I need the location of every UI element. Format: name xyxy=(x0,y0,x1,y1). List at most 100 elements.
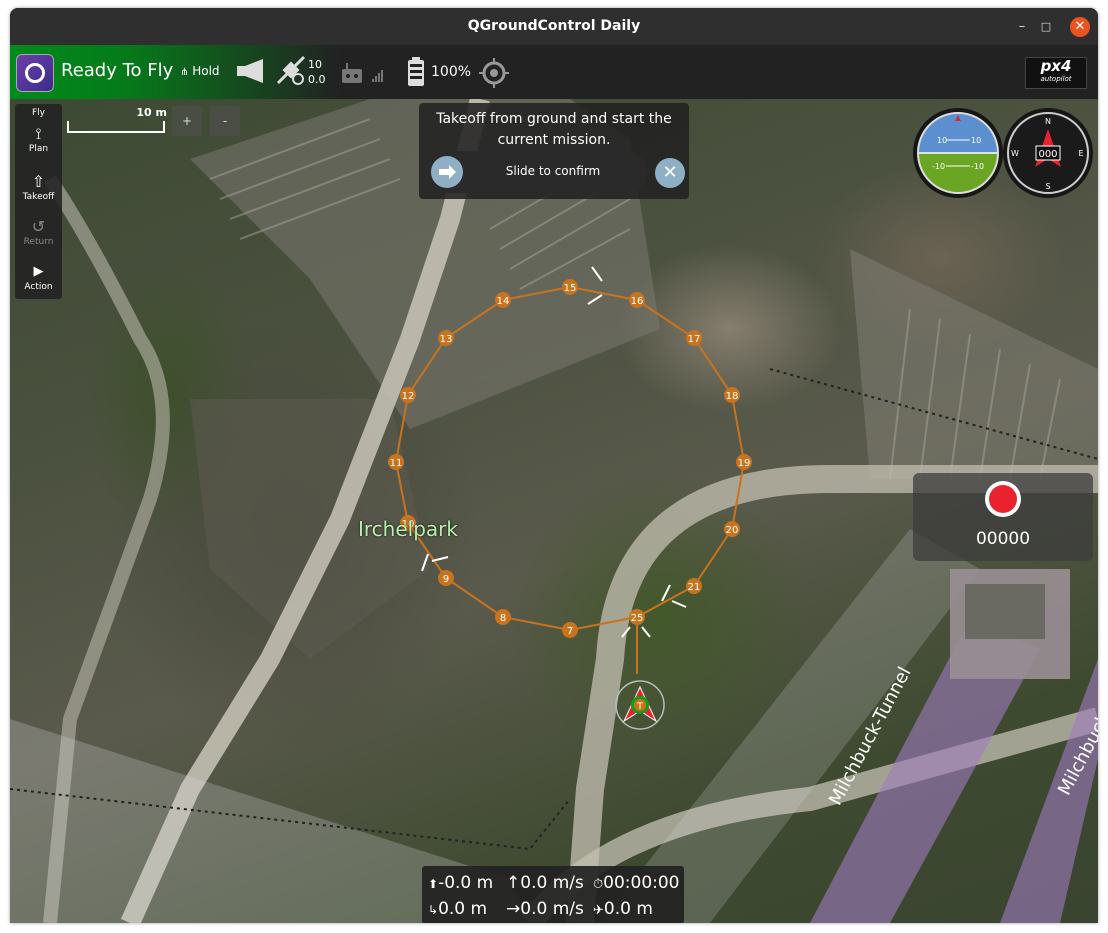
app-window: QGroundControl Daily – □ ✕ Ready To Fly … xyxy=(10,8,1098,923)
home-marker[interactable]: T xyxy=(615,680,665,730)
compass-w: W xyxy=(1011,149,1019,158)
close-window-button[interactable]: ✕ xyxy=(1070,17,1090,37)
takeoff-icon: ⇧ xyxy=(31,172,46,191)
vertical-speed-value: 0.0 m/s xyxy=(520,873,584,893)
window-title: QGroundControl Daily xyxy=(467,18,641,34)
vehicle-status[interactable]: Ready To Fly xyxy=(61,60,173,81)
pitch-label-down-right: -10 xyxy=(971,162,984,171)
waypoint-11[interactable]: 11 xyxy=(390,458,403,469)
mode-icon: ⋔ xyxy=(180,67,189,78)
flight-mode-selector[interactable]: ⋔ Hold xyxy=(180,64,220,78)
instrument-gauges: 10 10 -10 -10 N E S W 000 xyxy=(913,108,1093,198)
gimbal-target-icon[interactable] xyxy=(479,58,509,88)
fly-tool-strip: Fly ⟟ Plan ⇧ Takeoff ↺ Return ▶ Action xyxy=(15,104,62,299)
plan-button[interactable]: ⟟ Plan xyxy=(15,124,62,154)
brand-text: px4 xyxy=(1040,57,1072,75)
compass-n: N xyxy=(1045,117,1051,126)
return-label: Return xyxy=(23,237,54,247)
waypoint-9[interactable]: 9 xyxy=(443,574,449,585)
rc-rssi-icon[interactable] xyxy=(340,61,390,85)
flight-mode-label: Hold xyxy=(192,64,220,78)
maximize-button[interactable]: □ xyxy=(1036,17,1056,37)
waypoint-14[interactable]: 14 xyxy=(497,296,510,307)
waypoint-12[interactable]: 12 xyxy=(402,391,415,402)
takeoff-button[interactable]: ⇧ Takeoff xyxy=(15,172,62,202)
plan-icon: ⟟ xyxy=(35,124,42,143)
battery-icon[interactable] xyxy=(406,56,426,88)
return-icon: ↺ xyxy=(31,217,46,236)
record-counter: 00000 xyxy=(975,529,1031,549)
map-label-park: Irchelpark xyxy=(358,517,458,541)
tool-strip-header: Fly xyxy=(31,108,45,118)
brand-subtext: autopilot xyxy=(1040,75,1072,83)
compass-e: E xyxy=(1078,149,1083,158)
altitude-value: -0.0 m xyxy=(438,873,494,893)
main-toolbar: Ready To Fly ⋔ Hold 10 0.0 100% px4 auto… xyxy=(10,45,1098,99)
return-button[interactable]: ↺ Return xyxy=(15,217,62,247)
waypoint-15[interactable]: 15 xyxy=(564,283,577,294)
slider-label: Slide to confirm xyxy=(505,164,601,178)
map-view[interactable]: 7 8 9 10 11 12 13 14 15 16 17 18 19 20 2… xyxy=(10,99,1098,923)
action-button[interactable]: ▶ Action xyxy=(15,262,62,292)
flight-instruments: 10 10 -10 -10 N E S W 000 xyxy=(913,107,1095,199)
waypoint-16[interactable]: 16 xyxy=(631,296,644,307)
scale-bar xyxy=(67,121,165,133)
record-icon xyxy=(989,485,1017,513)
pitch-label-up-left: 10 xyxy=(937,136,947,145)
guided-action-confirm: Takeoff from ground and start the curren… xyxy=(419,103,689,199)
action-label: Action xyxy=(24,282,53,292)
horizontal-speed-value: 0.0 m/s xyxy=(520,899,584,919)
gps-count: 10 xyxy=(308,58,322,71)
distance-value: 0.0 m xyxy=(438,899,488,919)
waypoint-21[interactable]: 21 xyxy=(688,582,701,593)
record-button[interactable] xyxy=(985,481,1021,517)
map-scale: 10 m xyxy=(67,106,167,136)
flight-time-value: 00:00:00 xyxy=(603,873,680,893)
scale-label: 10 m xyxy=(136,106,167,119)
takeoff-label: Takeoff xyxy=(22,192,55,202)
waypoint-17[interactable]: 17 xyxy=(688,334,701,345)
telemetry-panel[interactable]: ⬆-0.0 m ↑0.0 m/s ⏱00:00:00 ↳0.0 m →0.0 m… xyxy=(422,866,684,923)
battery-percent: 100% xyxy=(431,64,472,80)
waypoint-8[interactable]: 8 xyxy=(500,613,506,624)
distance-icon: ↳ xyxy=(428,903,439,917)
zoom-in-button[interactable]: + xyxy=(172,106,202,136)
distance-home-value: 0.0 m xyxy=(603,899,653,919)
waypoint-19[interactable]: 19 xyxy=(738,458,751,469)
walker-icon: ✈ xyxy=(593,903,604,918)
pitch-label-down-left: -10 xyxy=(932,162,945,171)
waypoint-13[interactable]: 13 xyxy=(440,334,453,345)
close-icon: ✕ xyxy=(662,162,678,183)
plan-label: Plan xyxy=(28,144,49,154)
qgc-logo-icon xyxy=(25,63,45,83)
arrow-right-icon xyxy=(439,165,456,179)
building-roof-2 xyxy=(965,584,1045,639)
gps-readout: 10 0.0 xyxy=(308,57,326,87)
slide-to-confirm[interactable]: Slide to confirm xyxy=(425,151,647,193)
qgc-logo-button[interactable] xyxy=(16,54,54,92)
waypoint-7[interactable]: 7 xyxy=(567,626,573,637)
horizontal-speed-icon: → xyxy=(506,899,521,919)
pitch-label-up-right: 10 xyxy=(971,136,981,145)
waypoint-25[interactable]: 25 xyxy=(631,613,644,624)
px4-logo: px4 autopilot xyxy=(1025,57,1087,89)
attitude-indicator: 10 10 -10 -10 xyxy=(918,113,998,193)
home-label: T xyxy=(636,702,643,712)
timer-icon: ⏱ xyxy=(593,877,604,892)
slider-knob[interactable] xyxy=(431,156,463,188)
gps-satellite-icon[interactable] xyxy=(276,55,306,87)
compass: N E S W 000 xyxy=(1007,112,1089,194)
title-bar: QGroundControl Daily – □ ✕ xyxy=(10,8,1098,45)
minimize-button[interactable]: – xyxy=(1012,17,1032,37)
altitude-icon: ⬆ xyxy=(428,877,439,891)
tunnel-band-2 xyxy=(1000,659,1098,923)
gps-hdop: 0.0 xyxy=(308,73,326,86)
megaphone-icon[interactable] xyxy=(235,57,269,85)
waypoint-20[interactable]: 20 xyxy=(726,525,739,536)
compass-s: S xyxy=(1045,182,1050,191)
waypoint-18[interactable]: 18 xyxy=(726,391,739,402)
play-icon: ▶ xyxy=(33,264,44,279)
video-record-panel: 00000 xyxy=(913,473,1093,561)
zoom-out-button[interactable]: - xyxy=(210,106,240,136)
cancel-confirm-button[interactable]: ✕ xyxy=(655,158,685,188)
